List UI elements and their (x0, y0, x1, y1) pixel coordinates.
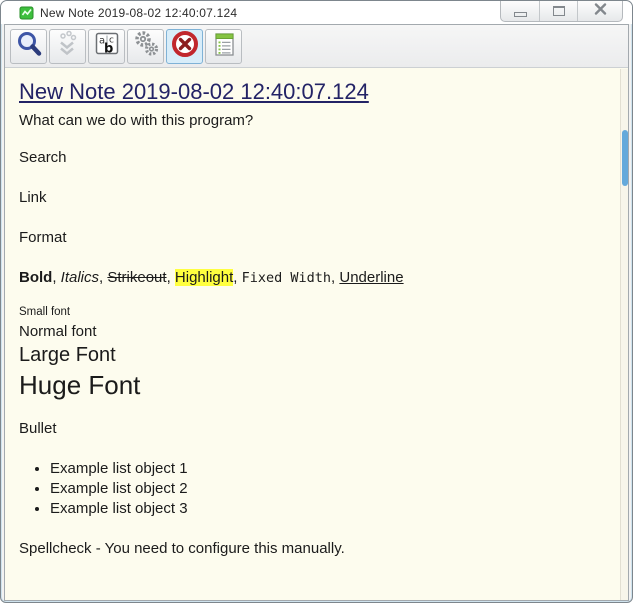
app-window: New Note 2019-08-02 12:40:07.124 a c b N… (0, 0, 633, 603)
small-font-sample: Small font (19, 306, 71, 318)
svg-text:b: b (104, 41, 113, 56)
large-font-sample: Large Font (19, 344, 116, 366)
delete-note-button[interactable] (166, 28, 203, 65)
fixed-width-sample: Fixed Width (241, 270, 332, 286)
separator: , (52, 269, 61, 286)
window-title: New Note 2019-08-02 12:40:07.124 (40, 5, 238, 20)
import-icon (52, 28, 84, 65)
separator: , (166, 269, 175, 286)
bullet-section-label: Bullet (19, 420, 57, 437)
note-content[interactable]: New Note 2019-08-02 12:40:07.124 What ca… (5, 68, 628, 600)
cancel-icon (169, 28, 201, 65)
close-icon (594, 2, 607, 20)
search-icon (13, 28, 45, 65)
format-demo-line: Bold, Italics, Strikeout, Highlight, Fix… (19, 267, 608, 289)
list-item: Example list object 2 (50, 479, 608, 499)
abc-letters-icon: a c b (91, 28, 123, 65)
minimize-button[interactable] (501, 1, 539, 21)
settings-button[interactable] (127, 28, 164, 65)
find-replace-button[interactable]: a c b (88, 28, 125, 65)
import-button[interactable] (49, 28, 86, 65)
strikeout-sample: Strikeout (107, 269, 167, 286)
list-item: Example list object 3 (50, 499, 608, 519)
minimize-icon (513, 11, 527, 17)
list-item: Example list object 1 (50, 459, 608, 479)
scrollbar[interactable] (620, 69, 628, 600)
search-button[interactable] (10, 28, 47, 65)
format-section-label: Format (19, 229, 67, 246)
note-title-link[interactable]: New Note 2019-08-02 12:40:07.124 (19, 78, 608, 105)
bullet-list: Example list object 1 Example list objec… (19, 459, 608, 519)
client-area: a c b New Note 2019-08-02 12:40:07.124 W… (4, 24, 629, 601)
close-button[interactable] (577, 1, 622, 21)
note-list-button[interactable] (205, 28, 242, 65)
spellcheck-text: Spellcheck - You need to configure this … (19, 540, 345, 557)
bold-sample: Bold (19, 269, 53, 286)
highlight-sample: Highlight (174, 269, 234, 286)
gears-icon (130, 28, 162, 65)
maximize-button[interactable] (539, 1, 577, 21)
title-bar[interactable]: New Note 2019-08-02 12:40:07.124 (1, 1, 632, 24)
note-list-icon (208, 28, 240, 65)
app-note-icon (19, 5, 35, 21)
link-section-label: Link (19, 189, 47, 206)
intro-text: What can we do with this program? (19, 112, 254, 129)
maximize-icon (552, 6, 565, 16)
window-controls (500, 1, 623, 22)
separator: , (233, 269, 242, 286)
huge-font-sample: Huge Font (19, 370, 141, 400)
italics-sample: Italics (60, 269, 100, 286)
search-section-label: Search (19, 149, 67, 166)
underline-sample: Underline (339, 269, 404, 286)
scrollbar-thumb[interactable] (622, 130, 628, 186)
toolbar: a c b (5, 25, 628, 68)
normal-font-sample: Normal font (19, 323, 97, 340)
